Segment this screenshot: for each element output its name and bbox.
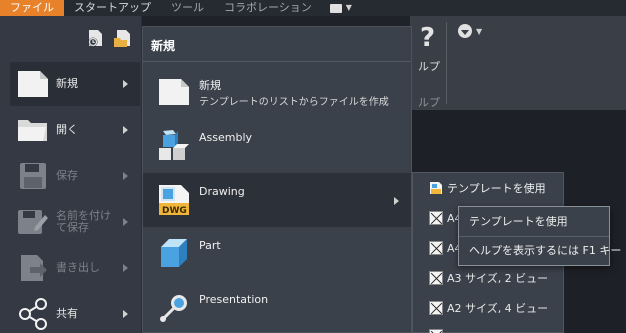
new-item-drawing[interactable]: DWG Drawing	[143, 173, 411, 227]
flyout-template-row[interactable]: A2 サイズ, 4 ビュー	[429, 297, 548, 319]
flyout-template-row[interactable]: A3 サイズ, 2 ビュー	[429, 267, 548, 289]
left-menu-item-new[interactable]: 新規	[10, 62, 140, 106]
ribbon-divider	[446, 22, 447, 104]
template-icon	[430, 182, 442, 194]
view-dropdown-button[interactable]: ▼	[322, 0, 360, 16]
help-icon[interactable]: ?	[420, 24, 440, 52]
left-menu-item-save-as[interactable]: 名前を付け て保存	[10, 200, 140, 244]
presentation-icon	[160, 295, 187, 322]
drawing-badge-text: DWG	[162, 206, 187, 216]
export-icon	[16, 252, 50, 284]
dropdown-circle-icon	[458, 24, 472, 38]
submenu-arrow-icon	[123, 264, 128, 272]
help-button-label[interactable]: ルプ	[418, 58, 440, 74]
template-label: A2 サイズ, 4 ビュー	[447, 302, 549, 315]
new-item-title: 新規	[199, 79, 221, 92]
template-label: A3 サイズ, 2 ビュー	[447, 272, 549, 285]
ribbon-options-dropdown[interactable]: ▼	[458, 24, 482, 38]
submenu-arrow-icon	[123, 126, 128, 134]
new-submenu-panel: 新規 新規 テンプレートのリストからファイルを作成 Assembly DWG D…	[142, 26, 412, 333]
submenu-arrow-icon	[123, 80, 128, 88]
save-as-icon	[16, 206, 50, 238]
left-menu-label-export: 書き出し	[56, 261, 100, 274]
part-icon	[161, 239, 187, 267]
new-item-description: テンプレートのリストからファイルを作成	[199, 97, 389, 108]
chevron-down-icon: ▼	[345, 3, 352, 12]
menu-file[interactable]: ファイル	[0, 0, 64, 16]
menu-startup[interactable]: スタートアップ	[64, 0, 161, 16]
new-item-assembly[interactable]: Assembly	[143, 119, 411, 173]
missing-thumbnail-icon	[429, 271, 443, 285]
missing-thumbnail-icon	[429, 329, 443, 333]
share-icon	[16, 298, 50, 330]
missing-thumbnail-icon	[429, 301, 443, 315]
new-item-title: Drawing	[199, 185, 245, 198]
missing-thumbnail-icon	[429, 241, 443, 255]
menu-bar: ファイル スタートアップ ツール コラボレーション ▼	[0, 0, 626, 16]
missing-thumbnail-icon	[429, 211, 443, 225]
flyout-template-row[interactable]: A4	[429, 207, 462, 229]
submenu-arrow-icon	[394, 197, 399, 205]
left-menu-label-save-as: 名前を付け て保存	[56, 209, 111, 234]
folder-open-icon	[16, 114, 50, 146]
left-menu-label-open: 開く	[56, 123, 78, 136]
left-menu-label-share: 共有	[56, 307, 78, 320]
flyout-template-row[interactable]	[429, 325, 443, 333]
open-documents-icon[interactable]	[112, 28, 132, 48]
left-menu-item-open[interactable]: 開く	[10, 108, 140, 152]
new-item-title: Presentation	[199, 293, 269, 306]
context-item-help-f1[interactable]: ヘルプを表示するには F1 キー	[459, 237, 621, 265]
context-item-use-template[interactable]: テンプレートを使用	[459, 208, 609, 236]
new-item-from-template[interactable]: 新規 テンプレートのリストからファイルを作成	[143, 65, 411, 119]
new-item-title: Assembly	[199, 131, 253, 144]
application-menu: 新規 開く 保存 名前を付け て保存 書き出し 共有	[0, 16, 142, 333]
left-menu-label-new: 新規	[56, 77, 78, 90]
left-menu-label-save: 保存	[56, 169, 78, 182]
flyout-header-label: テンプレートを使用	[447, 182, 546, 195]
window-icon	[329, 3, 342, 13]
assembly-icon	[159, 130, 189, 160]
drawing-icon: DWG	[159, 185, 189, 216]
left-menu-item-export[interactable]: 書き出し	[10, 246, 140, 290]
submenu-arrow-icon	[123, 172, 128, 180]
left-menu-item-save[interactable]: 保存	[10, 154, 140, 198]
new-doc-icon	[16, 68, 50, 100]
flyout-template-row[interactable]: A4	[429, 237, 462, 259]
ribbon	[410, 16, 626, 110]
recent-documents-icon[interactable]	[86, 28, 106, 48]
new-panel-header: 新規	[151, 39, 176, 53]
context-menu: テンプレートを使用 ヘルプを表示するには F1 キー	[458, 206, 621, 266]
chevron-down-icon: ▼	[476, 26, 483, 36]
new-item-title: Part	[199, 239, 221, 252]
left-menu-item-share[interactable]: 共有	[10, 292, 140, 333]
new-item-presentation[interactable]: Presentation	[143, 281, 411, 333]
submenu-arrow-icon	[123, 310, 128, 318]
divider	[143, 61, 411, 62]
new-doc-icon	[159, 79, 189, 105]
new-item-part[interactable]: Part	[143, 227, 411, 281]
menu-collaboration[interactable]: コラボレーション	[214, 0, 322, 16]
quick-access-icons	[86, 28, 132, 48]
save-icon	[16, 160, 50, 192]
flyout-use-template[interactable]: テンプレートを使用	[413, 173, 563, 203]
submenu-arrow-icon	[123, 218, 128, 226]
help-group-label: ルプ	[418, 96, 440, 109]
menu-tools[interactable]: ツール	[161, 0, 214, 16]
